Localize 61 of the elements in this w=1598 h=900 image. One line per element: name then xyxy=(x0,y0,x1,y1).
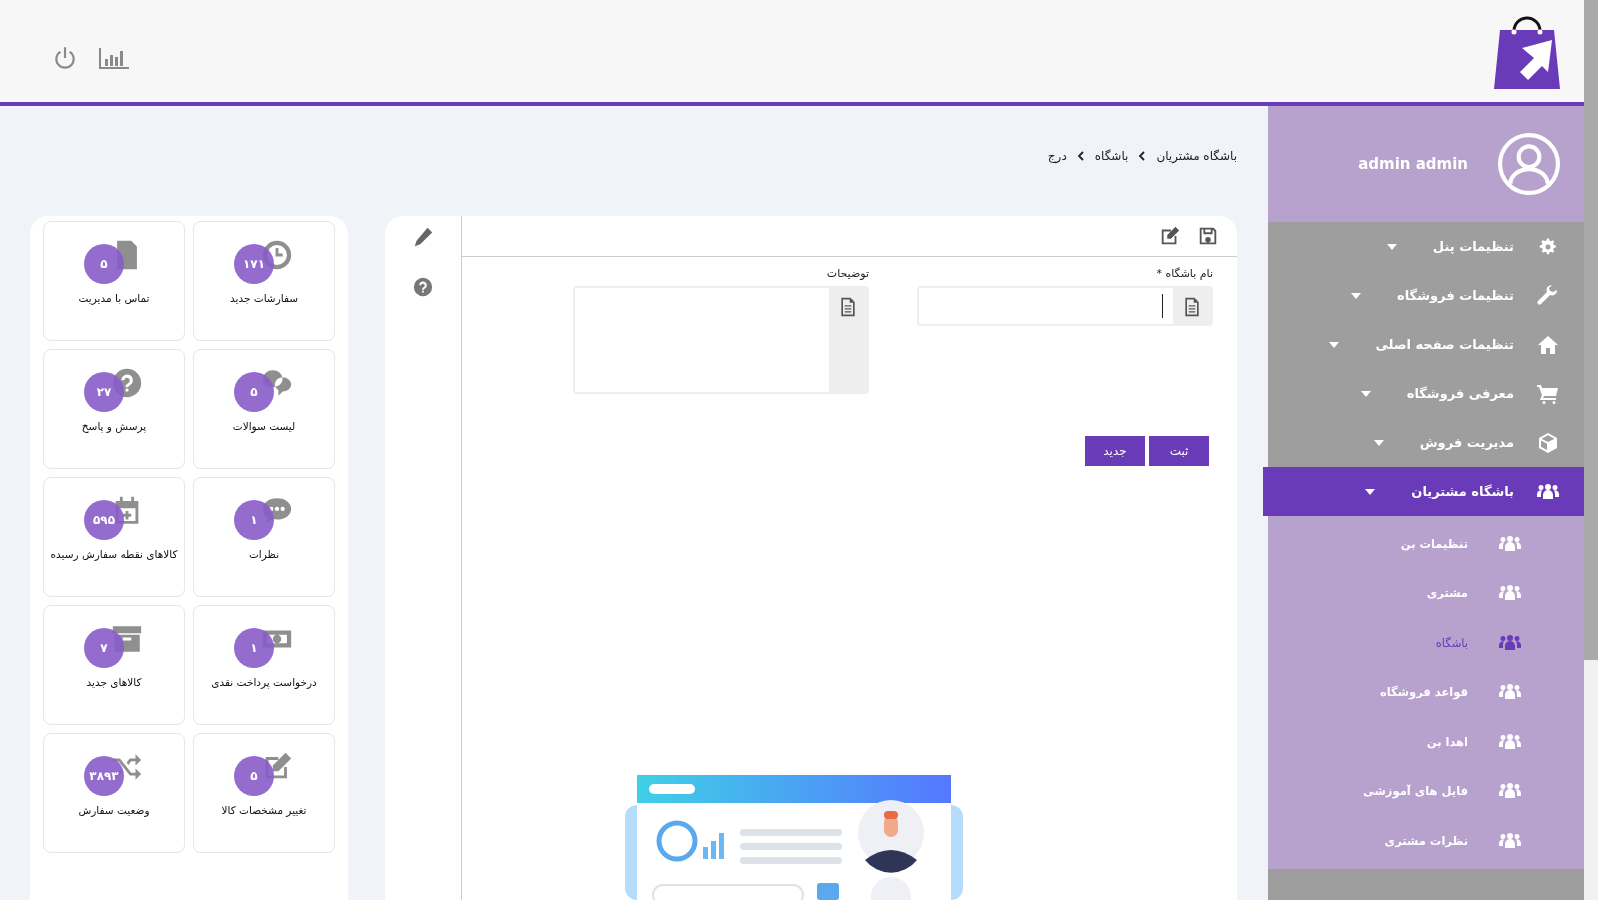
pencil-icon[interactable] xyxy=(412,226,434,248)
count-badge: ۲۷ xyxy=(84,372,124,412)
count-badge: ۳۸۹۳ xyxy=(84,756,124,796)
tile-label: درخواست پرداخت نقدی xyxy=(211,676,317,688)
wrench-icon xyxy=(1536,283,1560,308)
avatar-icon xyxy=(1498,133,1560,195)
stat-tile[interactable]: ۱ درخواست پرداخت نقدی xyxy=(193,605,335,725)
field-label: توضیحات xyxy=(826,267,869,280)
document-icon xyxy=(1183,297,1201,317)
breadcrumb-link[interactable]: باشگاه مشتریان xyxy=(1156,149,1237,163)
save-icon[interactable] xyxy=(1197,225,1219,247)
breadcrumb-link[interactable]: درج xyxy=(1047,149,1067,163)
stat-tile[interactable]: ۲۷ پرسش و پاسخ xyxy=(43,349,185,469)
count-badge: ۵ xyxy=(84,244,124,284)
tile-label: کالاهای جدید xyxy=(86,676,142,688)
stat-tile[interactable]: ۵ لیست سوالات xyxy=(193,349,335,469)
document-icon xyxy=(839,297,857,317)
count-badge: ۷ xyxy=(84,628,124,668)
caret-icon xyxy=(1386,243,1397,250)
caret-icon xyxy=(1351,292,1362,299)
stat-tile[interactable]: ۳۸۹۳ وضعیت سفارش xyxy=(43,733,185,853)
tile-label: وضعیت سفارش xyxy=(78,804,150,816)
stat-tile[interactable]: ۵ تماس با مدیریت xyxy=(43,221,185,341)
chevron-icon xyxy=(1138,151,1147,161)
caret-icon xyxy=(1360,390,1371,397)
user-name: admin admin xyxy=(1358,155,1468,173)
tile-label: کالاهای نقطه سفارش رسیده xyxy=(50,548,178,560)
caret-icon xyxy=(1373,439,1384,446)
stat-tile[interactable]: ۷ کالاهای جدید xyxy=(43,605,185,725)
stat-tile[interactable]: ۱ نظرات xyxy=(193,477,335,597)
tile-label: تغییر مشخصات کالا xyxy=(221,804,307,816)
count-badge: ۵۹۵ xyxy=(84,500,124,540)
sidebar-item[interactable]: باشگاه مشتریان xyxy=(1263,467,1584,516)
count-badge: ۱ xyxy=(234,500,274,540)
cube-icon xyxy=(1536,430,1560,455)
breadcrumb-link[interactable]: باشگاه xyxy=(1094,149,1129,163)
edit-icon[interactable] xyxy=(1159,225,1181,247)
bar-chart-icon[interactable] xyxy=(98,45,130,71)
textarea-field[interactable] xyxy=(573,286,869,394)
tile-label: پرسش و پاسخ xyxy=(81,420,147,432)
new-button[interactable]: جدید xyxy=(1085,436,1145,466)
caret-icon xyxy=(1329,341,1340,348)
chevron-icon xyxy=(1076,151,1085,161)
power-icon[interactable] xyxy=(52,45,78,71)
tile-label: سفارشات جدید xyxy=(230,292,299,304)
scrollbar[interactable] xyxy=(1584,0,1598,900)
submit-button[interactable]: ثبت xyxy=(1149,436,1209,466)
tile-label: تماس با مدیریت xyxy=(78,292,150,304)
stat-tile[interactable]: ۵ تغییر مشخصات کالا xyxy=(193,733,335,853)
count-badge: ۱ xyxy=(234,628,274,668)
caret-icon xyxy=(1365,488,1376,495)
count-badge: ۱۷۱ xyxy=(234,244,274,284)
count-badge: ۵ xyxy=(234,372,274,412)
stat-tile[interactable]: ۱۷۱ سفارشات جدید xyxy=(193,221,335,341)
tile-label: نظرات xyxy=(248,548,280,560)
text-input[interactable] xyxy=(917,286,1213,326)
help-icon[interactable] xyxy=(412,276,434,298)
count-badge: ۵ xyxy=(234,756,274,796)
field-label: نام باشگاه * xyxy=(1156,267,1213,280)
tile-label: لیست سوالات xyxy=(232,420,296,432)
stat-tile[interactable]: ۵۹۵ کالاهای نقطه سفارش رسیده xyxy=(43,477,185,597)
